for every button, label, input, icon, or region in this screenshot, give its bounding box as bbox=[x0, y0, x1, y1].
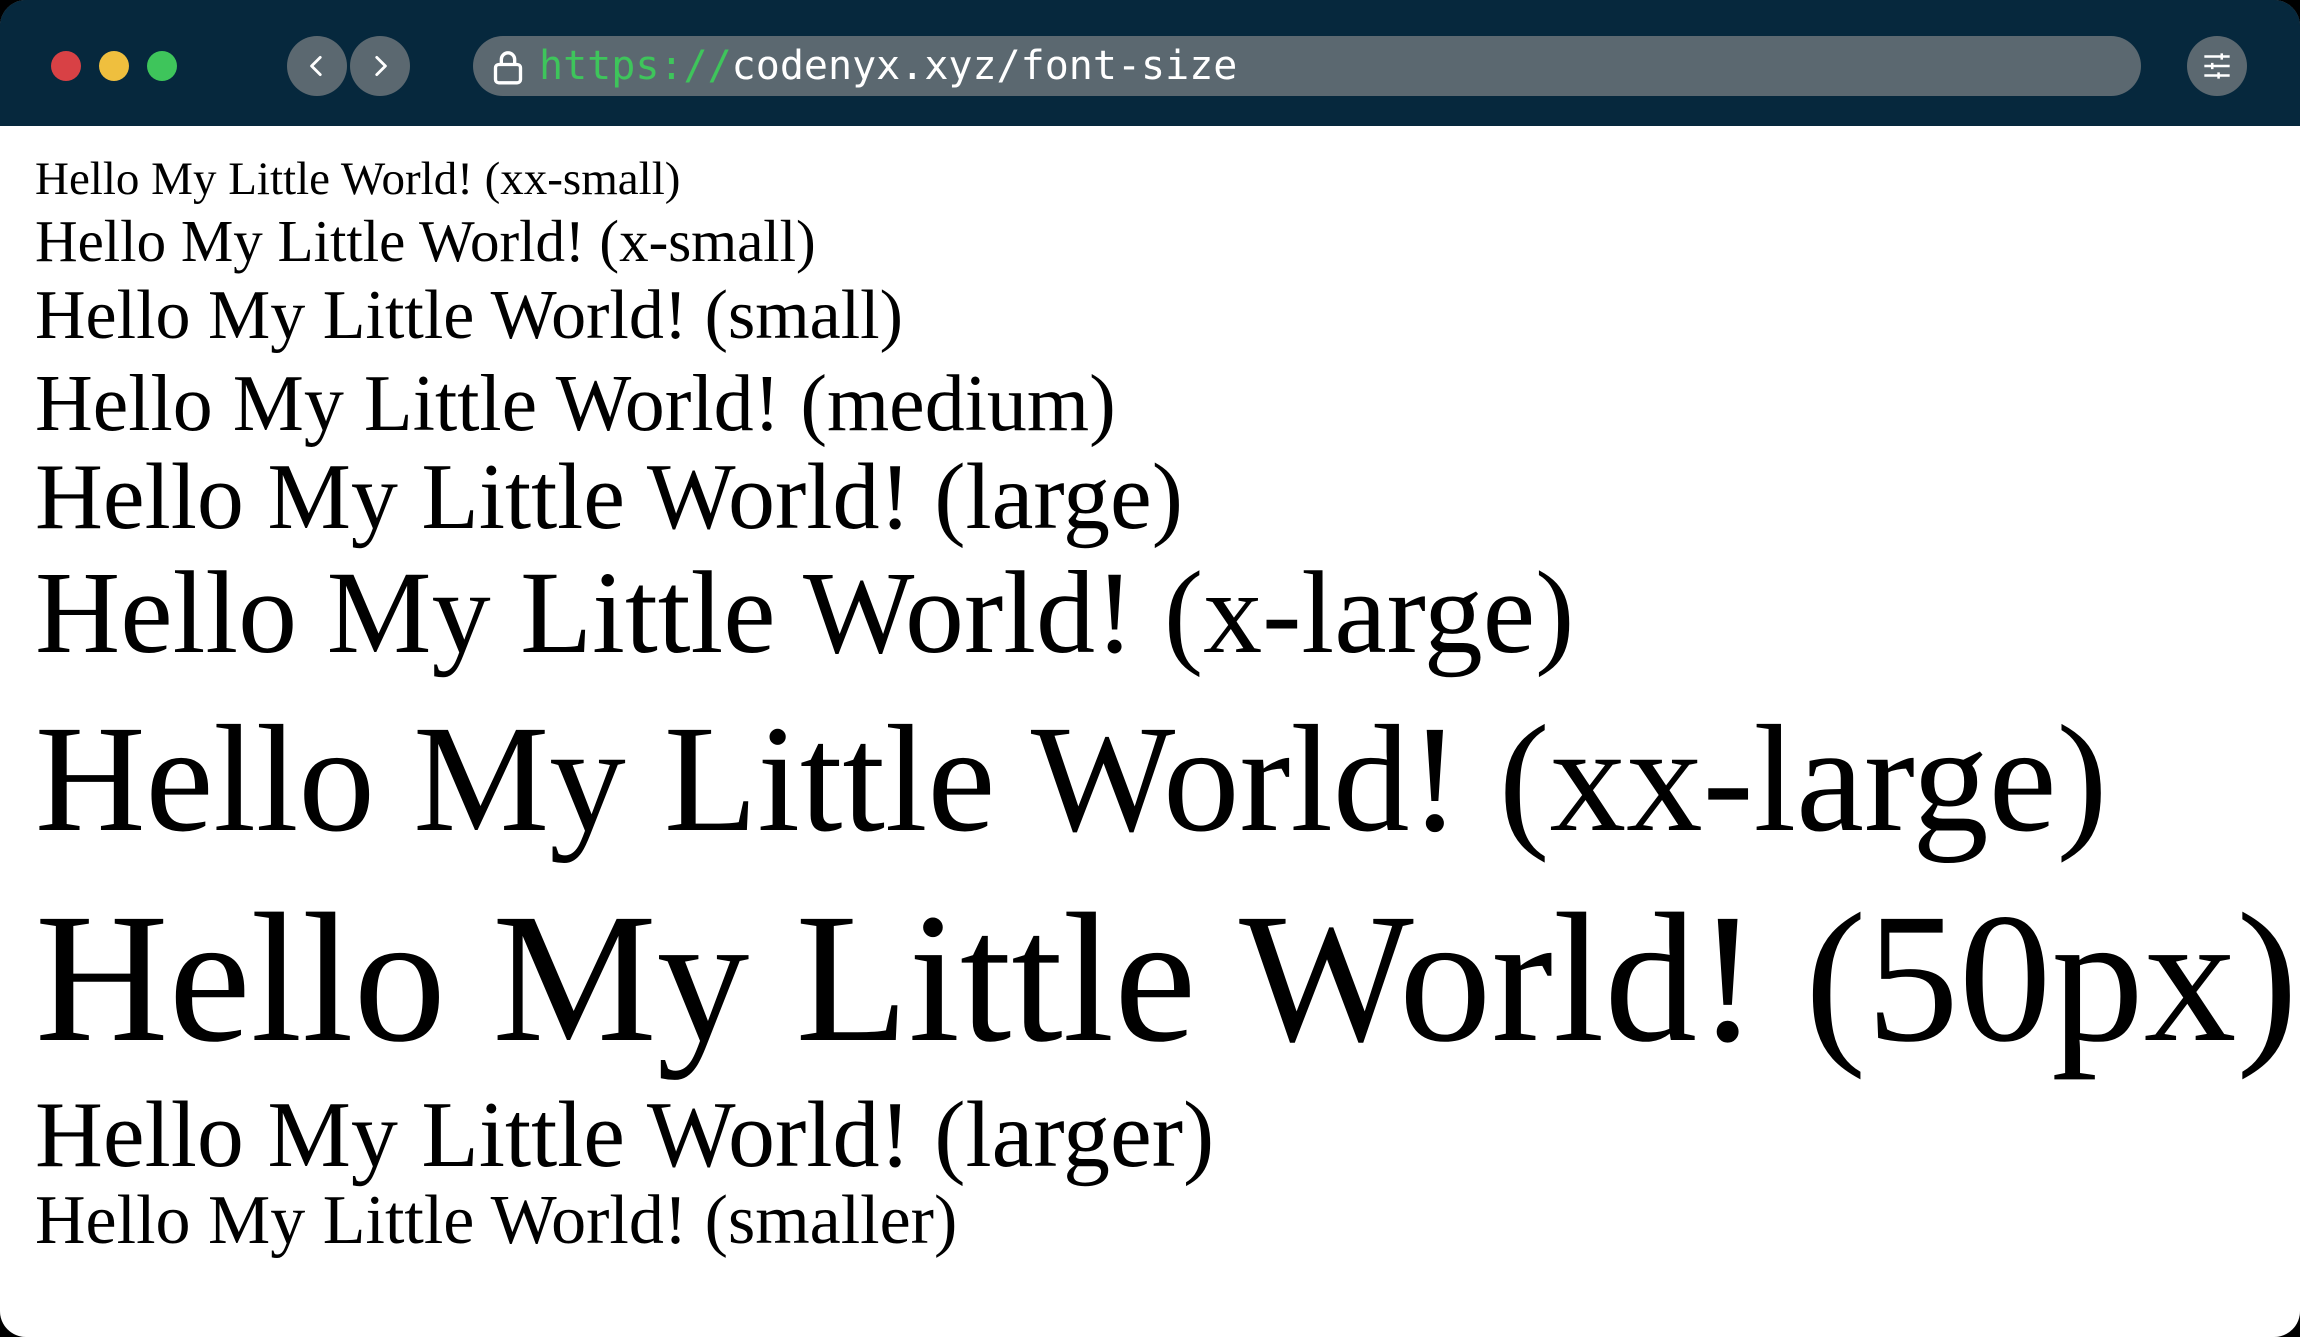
address-bar[interactable]: https://codenyx.xyz/font-size bbox=[473, 36, 2141, 96]
sliders-icon bbox=[2204, 53, 2230, 79]
text-line-xx-large: Hello My Little World! (xx-large) bbox=[35, 695, 2108, 864]
lock-icon bbox=[493, 51, 523, 85]
url-scheme: https:// bbox=[539, 43, 732, 89]
text-line-smaller: Hello My Little World! (smaller) bbox=[35, 1182, 958, 1259]
text-line-x-small: Hello My Little World! (x-small) bbox=[35, 208, 816, 274]
browser-window: https://codenyx.xyz/font-size Hello My L… bbox=[0, 0, 2300, 1337]
chevron-left-icon bbox=[310, 55, 322, 77]
text-line-larger: Hello My Little World! (larger) bbox=[35, 1083, 1215, 1187]
text-line-medium: Hello My Little World! (medium) bbox=[35, 360, 1116, 448]
text-line-x-large: Hello My Little World! (x-large) bbox=[35, 547, 1575, 678]
url-path: codenyx.xyz/font-size bbox=[731, 43, 1238, 89]
url-text: https://codenyx.xyz/font-size bbox=[539, 36, 1237, 96]
forward-button[interactable] bbox=[350, 36, 410, 96]
page-content: Hello My Little World! (xx-small) Hello … bbox=[0, 126, 2300, 1337]
text-line-small: Hello My Little World! (small) bbox=[35, 277, 903, 354]
close-window-button[interactable] bbox=[51, 51, 81, 81]
text-line-large: Hello My Little World! (large) bbox=[35, 445, 1184, 549]
chevron-right-icon bbox=[375, 55, 387, 77]
maximize-window-button[interactable] bbox=[147, 51, 177, 81]
browser-toolbar: https://codenyx.xyz/font-size bbox=[0, 0, 2300, 126]
text-line-50px: Hello My Little World! (50px) bbox=[35, 876, 2298, 1081]
minimize-window-button[interactable] bbox=[99, 51, 129, 81]
text-line-xx-small: Hello My Little World! (xx-small) bbox=[35, 153, 681, 205]
back-button[interactable] bbox=[287, 36, 347, 96]
settings-button[interactable] bbox=[2187, 36, 2247, 96]
